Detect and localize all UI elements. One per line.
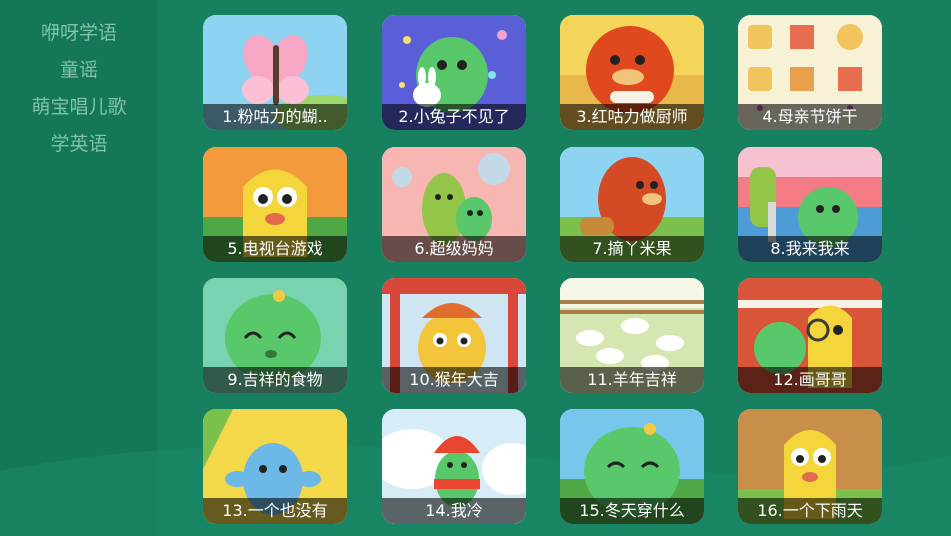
video-card-14[interactable]: 14.我冷 xyxy=(382,409,526,524)
video-title: 8.我来我来 xyxy=(738,236,882,262)
video-title: 6.超级妈妈 xyxy=(382,236,526,262)
video-card-1[interactable]: 1.粉咕力的蝴.. xyxy=(203,15,347,130)
video-title: 15.冬天穿什么 xyxy=(560,498,704,524)
video-card-16[interactable]: 16.一个下雨天 xyxy=(738,409,882,524)
video-card-4[interactable]: 4.母亲节饼干 xyxy=(738,15,882,130)
video-title: 7.摘丫米果 xyxy=(560,236,704,262)
video-title: 10.猴年大吉 xyxy=(382,367,526,393)
video-title: 3.红咕力做厨师 xyxy=(560,104,704,130)
category-mengbao-erge[interactable]: 萌宝唱儿歌 xyxy=(0,92,158,119)
video-title: 9.吉祥的食物 xyxy=(203,367,347,393)
video-card-5[interactable]: 5.电视台游戏 xyxy=(203,147,347,262)
video-card-3[interactable]: 3.红咕力做厨师 xyxy=(560,15,704,130)
video-card-12[interactable]: 12.画哥哥 xyxy=(738,278,882,393)
video-card-6[interactable]: 6.超级妈妈 xyxy=(382,147,526,262)
video-card-10[interactable]: 10.猴年大吉 xyxy=(382,278,526,393)
video-card-2[interactable]: 2.小兔子不见了 xyxy=(382,15,526,130)
video-title: 4.母亲节饼干 xyxy=(738,104,882,130)
video-title: 16.一个下雨天 xyxy=(738,498,882,524)
category-learn-english[interactable]: 学英语 xyxy=(0,129,158,156)
category-yiya-xueyu[interactable]: 咿呀学语 xyxy=(0,18,158,45)
video-title: 11.羊年吉祥 xyxy=(560,367,704,393)
video-card-11[interactable]: 11.羊年吉祥 xyxy=(560,278,704,393)
video-title: 1.粉咕力的蝴.. xyxy=(203,104,347,130)
video-title: 12.画哥哥 xyxy=(738,367,882,393)
video-card-13[interactable]: 13.一个也没有 xyxy=(203,409,347,524)
video-card-15[interactable]: 15.冬天穿什么 xyxy=(560,409,704,524)
category-tongyao[interactable]: 童谣 xyxy=(0,55,158,82)
video-card-9[interactable]: 9.吉祥的食物 xyxy=(203,278,347,393)
video-card-8[interactable]: 8.我来我来 xyxy=(738,147,882,262)
video-title: 2.小兔子不见了 xyxy=(382,104,526,130)
video-title: 13.一个也没有 xyxy=(203,498,347,524)
video-card-7[interactable]: 7.摘丫米果 xyxy=(560,147,704,262)
video-title: 5.电视台游戏 xyxy=(203,236,347,262)
video-title: 14.我冷 xyxy=(382,498,526,524)
